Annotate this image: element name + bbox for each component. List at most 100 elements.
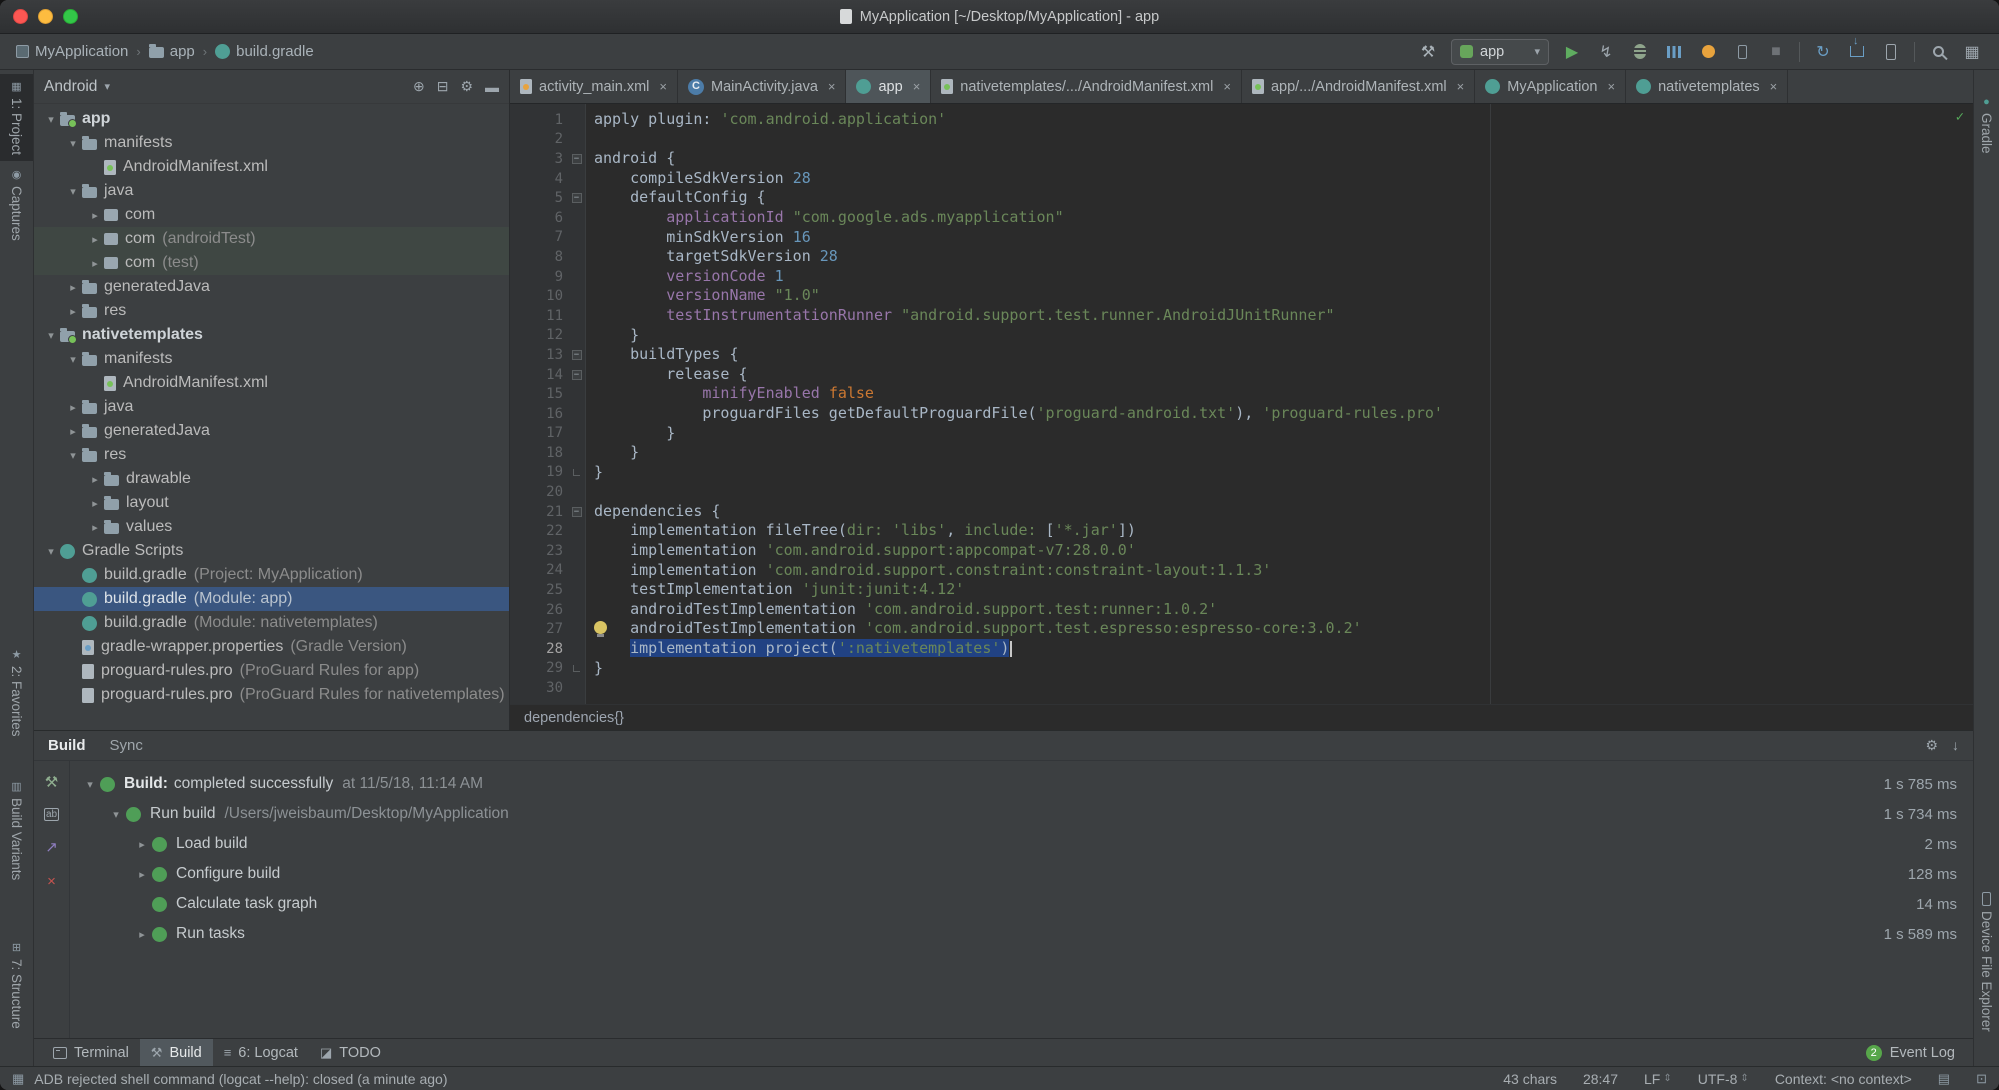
stop-icon[interactable]: ■ [1765, 41, 1787, 63]
tree-row[interactable]: ▸ layout [34, 491, 509, 515]
clipboard-icon[interactable]: ▤ [1938, 1071, 1950, 1087]
close-tab-icon[interactable]: × [1608, 79, 1616, 94]
layout-inspector-icon[interactable]: ▦ [1961, 41, 1983, 63]
tree-row[interactable]: ▾ manifests [34, 347, 509, 371]
close-tab-icon[interactable]: × [1770, 79, 1778, 94]
code-line[interactable]: } [586, 659, 1973, 679]
line-separator-widget[interactable]: LF ⇕ [1644, 1071, 1672, 1087]
code-line[interactable]: } [586, 443, 1973, 463]
toolwindow-button-terminal[interactable]: Terminal [42, 1039, 140, 1066]
collapse-panel-icon[interactable]: ↓ [1952, 737, 1959, 754]
chars-count[interactable]: 43 chars [1503, 1071, 1557, 1087]
close-tab-icon[interactable]: × [828, 79, 836, 94]
minimize-window-button[interactable] [38, 9, 53, 24]
close-tab-icon[interactable]: × [913, 79, 921, 94]
code-line[interactable]: android { [586, 149, 1973, 169]
code-line[interactable]: minSdkVersion 16 [586, 228, 1973, 248]
build-tab-sync[interactable]: Sync [110, 737, 143, 754]
tree-row[interactable]: ▸ drawable [34, 467, 509, 491]
gutter-fold-cell[interactable]: − [568, 188, 585, 208]
chevron-expanded-icon[interactable]: ▾ [64, 185, 82, 198]
code-line[interactable]: apply plugin: 'com.android.application' [586, 110, 1973, 130]
build-row[interactable]: ▸ Load build 2 ms [70, 829, 1973, 859]
chevron-collapsed-icon[interactable]: ▸ [64, 425, 82, 438]
stripe-button-1-project[interactable]: ▦ 1: Project [0, 74, 33, 162]
inspection-ok-icon[interactable]: ✓ [1956, 109, 1964, 125]
chevron-collapsed-icon[interactable]: ▸ [86, 521, 104, 534]
editor-tab-nativetemplates-androidmanifest-xml[interactable]: nativetemplates/.../AndroidManifest.xml × [931, 70, 1242, 103]
screens-icon[interactable]: ⊡ [1976, 1071, 1987, 1087]
gutter-fold-cell[interactable]: − [568, 502, 585, 522]
tree-row[interactable]: ▸ generatedJava [34, 419, 509, 443]
code-line[interactable]: dependencies { [586, 502, 1973, 522]
chevron-collapsed-icon[interactable]: ▸ [64, 281, 82, 294]
chevron-expanded-icon[interactable]: ▾ [64, 137, 82, 150]
editor-tab-app[interactable]: app × [846, 70, 932, 103]
profiler-icon[interactable] [1663, 41, 1685, 63]
settings-gear-icon[interactable]: ⚙ [460, 78, 473, 95]
tree-row[interactable]: ▾ manifests [34, 131, 509, 155]
chevron-collapsed-icon[interactable]: ▸ [86, 209, 104, 222]
chevron-collapsed-icon[interactable]: ▸ [132, 928, 152, 941]
caret-position[interactable]: 28:47 [1583, 1071, 1618, 1087]
chevron-expanded-icon[interactable]: ▾ [80, 778, 100, 791]
stripe-button-7-structure[interactable]: ⊞ 7: Structure [0, 941, 33, 1029]
chevron-collapsed-icon[interactable]: ▸ [86, 473, 104, 486]
firebase-assistant-icon[interactable] [1697, 41, 1719, 63]
chevron-expanded-icon[interactable]: ▾ [42, 113, 60, 126]
tree-row[interactable]: proguard-rules.pro (ProGuard Rules for na… [34, 683, 509, 707]
close-tab-icon[interactable]: × [659, 79, 667, 94]
code-line[interactable]: } [586, 424, 1973, 444]
debug-icon[interactable] [1629, 41, 1651, 63]
code-line[interactable]: release { [586, 365, 1973, 385]
code-line[interactable]: targetSdkVersion 28 [586, 247, 1973, 267]
run-icon[interactable]: ▶ [1561, 41, 1583, 63]
settings-gear-icon[interactable]: ⚙ [1925, 737, 1938, 754]
chevron-collapsed-icon[interactable]: ▸ [86, 257, 104, 270]
build-row[interactable]: ▸ Run tasks 1 s 589 ms [70, 919, 1973, 949]
chevron-collapsed-icon[interactable]: ▸ [132, 868, 152, 881]
chevron-expanded-icon[interactable]: ▾ [64, 449, 82, 462]
chevron-collapsed-icon[interactable]: ▸ [64, 305, 82, 318]
search-everywhere-icon[interactable] [1927, 41, 1949, 63]
tree-row[interactable]: ▾ Gradle Scripts [34, 539, 509, 563]
gutter-fold-cell[interactable]: − [568, 345, 585, 365]
breadcrumb-item[interactable]: app [148, 43, 195, 60]
code-line[interactable]: implementation 'com.android.support.cons… [586, 561, 1973, 581]
tree-row[interactable]: ▸ com [34, 203, 509, 227]
tree-row[interactable]: gradle-wrapper.properties (Gradle Version… [34, 635, 509, 659]
code-line[interactable]: applicationId "com.google.ads.myapplicat… [586, 208, 1973, 228]
apply-changes-icon[interactable]: ↯ [1595, 41, 1617, 63]
chevron-collapsed-icon[interactable]: ▸ [86, 233, 104, 246]
editor-breadcrumb[interactable]: dependencies{} [510, 704, 1973, 730]
context-widget[interactable]: Context: <no context> [1775, 1071, 1912, 1087]
tree-row[interactable]: ▸ generatedJava [34, 275, 509, 299]
editor-tab-myapplication[interactable]: MyApplication × [1475, 70, 1627, 103]
tree-row[interactable]: proguard-rules.pro (ProGuard Rules for ap… [34, 659, 509, 683]
code-line[interactable]: buildTypes { [586, 345, 1973, 365]
chevron-collapsed-icon[interactable]: ▸ [132, 838, 152, 851]
build-hammer-icon[interactable]: ⚒ [1417, 41, 1439, 63]
tree-row[interactable]: ▸ com (androidTest) [34, 227, 509, 251]
code-line[interactable]: proguardFiles getDefaultProguardFile('pr… [586, 404, 1973, 424]
tree-row[interactable]: ▸ java [34, 395, 509, 419]
tree-row[interactable]: build.gradle (Module: nativetemplates) [34, 611, 509, 635]
stripe-button-captures[interactable]: ◉ Captures [0, 168, 33, 241]
tree-row[interactable]: AndroidManifest.xml [34, 371, 509, 395]
tree-row[interactable]: AndroidManifest.xml [34, 155, 509, 179]
export-build-report-icon[interactable]: ↗ [45, 838, 58, 856]
gutter-fold-cell[interactable] [568, 659, 585, 679]
sync-gradle-icon[interactable]: ↻ [1812, 41, 1834, 63]
tree-row[interactable]: ▾ app [34, 107, 509, 131]
code-line[interactable]: implementation project(':nativetemplates… [586, 639, 1973, 659]
code-line[interactable]: testImplementation 'junit:junit:4.12' [586, 580, 1973, 600]
tree-row[interactable]: build.gradle (Project: MyApplication) [34, 563, 509, 587]
attach-debugger-icon[interactable] [1731, 41, 1753, 63]
close-tab-icon[interactable]: × [1223, 79, 1231, 94]
build-row[interactable]: ▾ Build: completed successfully at 11/5/18,… [70, 769, 1973, 799]
fold-collapse-icon[interactable]: − [571, 153, 582, 164]
titlebar[interactable]: MyApplication [~/Desktop/MyApplication] … [0, 0, 1999, 34]
chevron-expanded-icon[interactable]: ▾ [64, 353, 82, 366]
toolwindow-button-6-logcat[interactable]: ≡ 6: Logcat [213, 1039, 309, 1066]
chevron-expanded-icon[interactable]: ▾ [42, 329, 60, 342]
